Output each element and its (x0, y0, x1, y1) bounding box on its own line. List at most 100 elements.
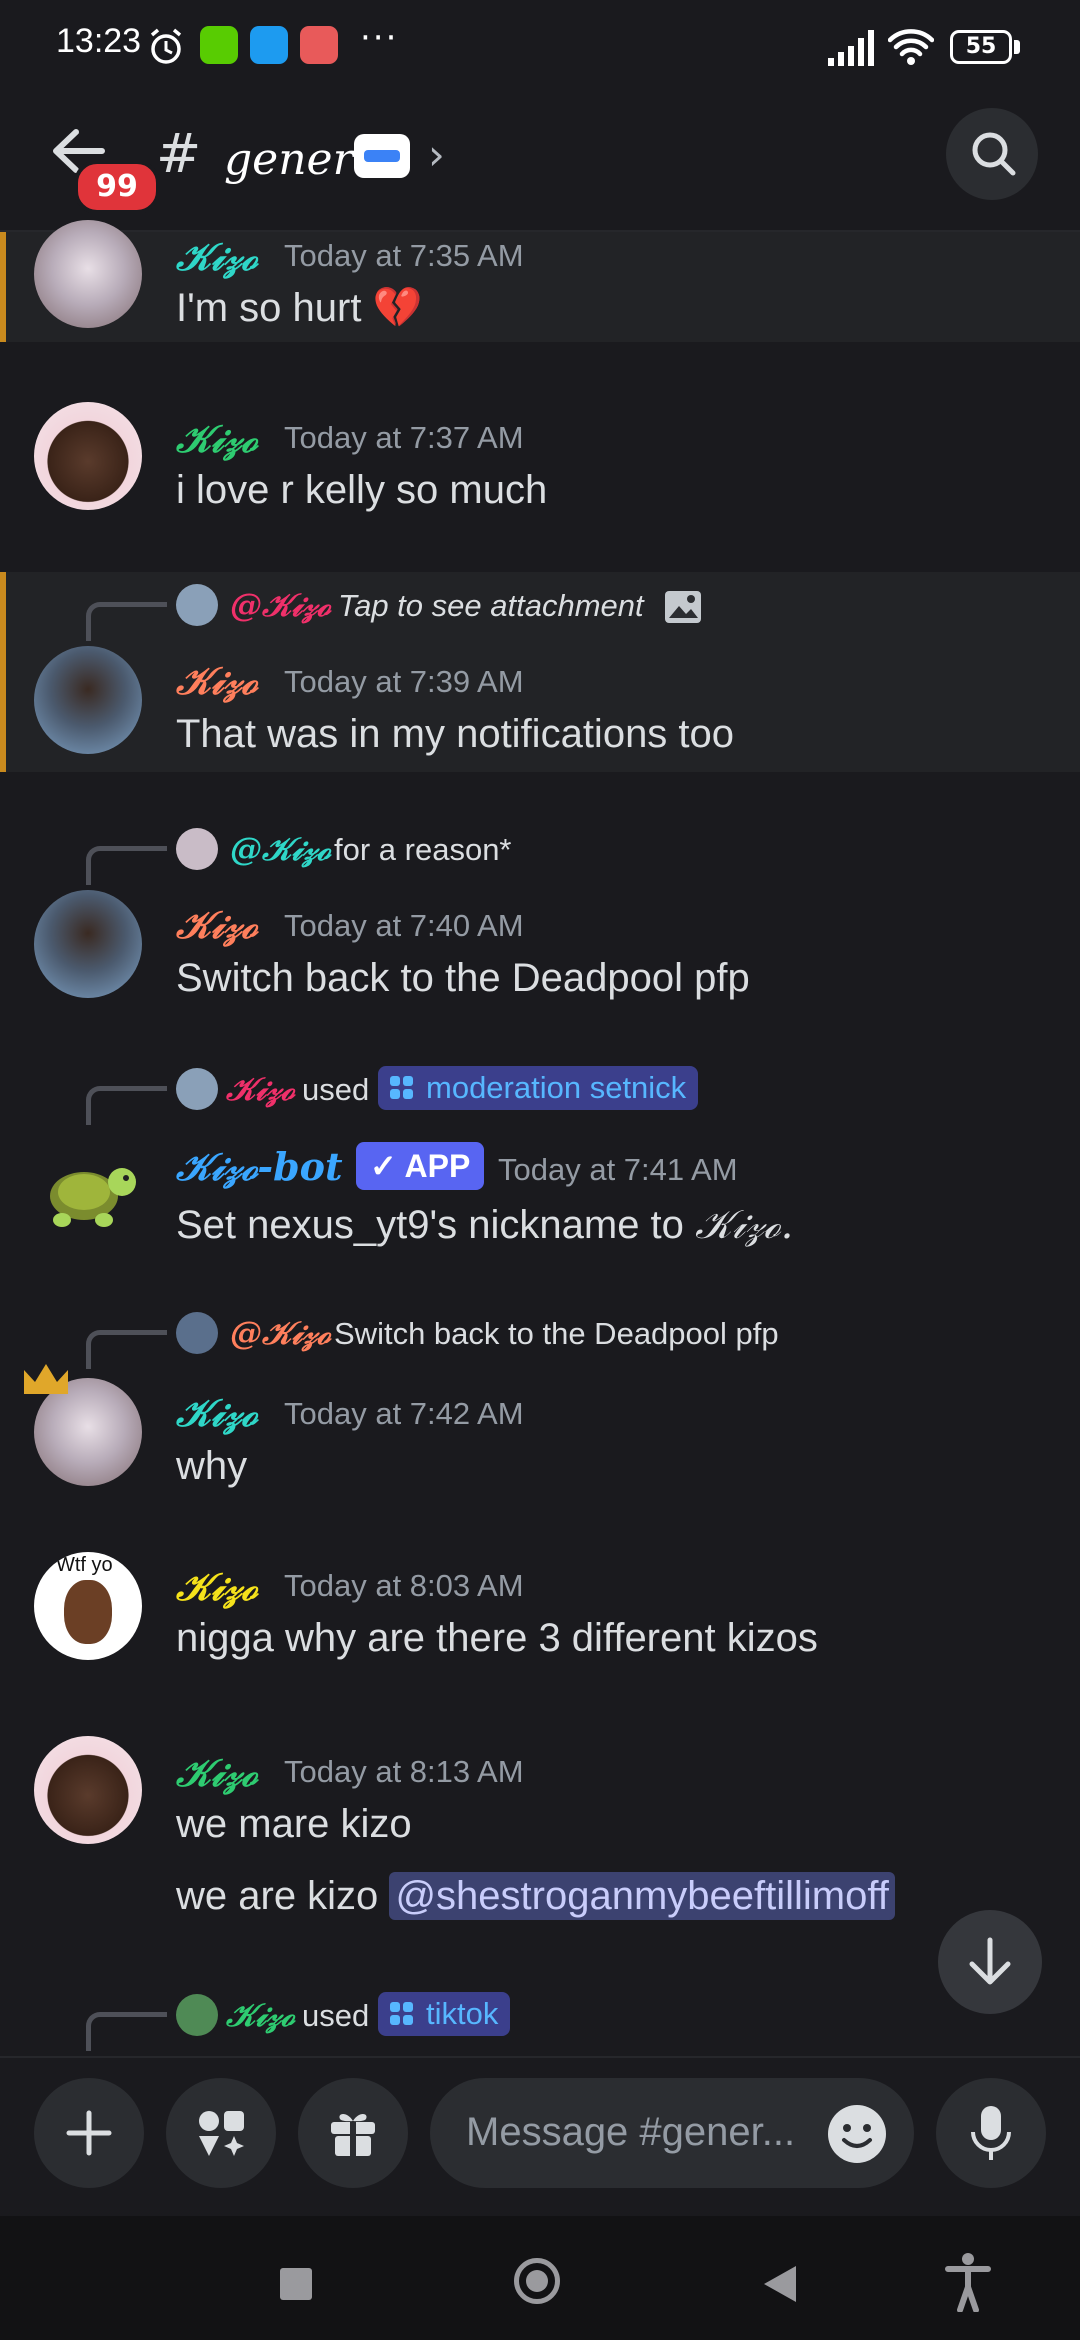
message-text-main: Set nexus_yt9's nickname to (176, 1203, 684, 1247)
wifi-icon (888, 29, 934, 65)
reply-avatar (176, 828, 218, 870)
reply-avatar (176, 1312, 218, 1354)
plus-icon (66, 2110, 112, 2156)
message-text: i love r kelly so much (176, 468, 548, 512)
message-composer: Message #gener... (0, 2056, 1080, 2218)
message-text-main: we are kizo (176, 1874, 379, 1918)
reply-reference[interactable]: @𝒦𝒾𝓏ℴ for a reason* (82, 826, 982, 885)
avatar-face (64, 1580, 112, 1644)
message-input[interactable]: Message #gener... (430, 2078, 914, 2188)
recents-icon[interactable] (280, 2268, 312, 2300)
gift-button[interactable] (298, 2078, 408, 2188)
avatar-caption: Wtf yo (56, 1554, 113, 1576)
message-item[interactable]: Wtf yo 𝒦𝒾𝓏ℴ Today at 8:03 AM nigga why a… (0, 1550, 1080, 1680)
reply-username: @𝒦𝒾𝓏ℴ (230, 1314, 331, 1352)
apps-icon (199, 2111, 244, 2156)
voice-message-button[interactable] (936, 2078, 1046, 2188)
message-item[interactable]: 𝒦𝒾𝓏ℴ used tiktok (0, 1986, 1080, 2054)
app-notification-icon (250, 26, 288, 64)
reply-text: for a reason* (334, 832, 512, 867)
message-text: we are kizo @shestroganmybeeftillimoff (176, 1872, 895, 1920)
timestamp: Today at 7:42 AM (284, 1396, 524, 1431)
reply-username: 𝒦𝒾𝓏ℴ (226, 1996, 295, 2034)
mention-highlight-bar (0, 232, 6, 342)
username[interactable]: 𝒦𝒾𝓏ℴ (176, 658, 257, 704)
emoji-icon[interactable] (826, 2103, 888, 2165)
image-attachment-icon (665, 591, 701, 623)
avatar[interactable] (34, 646, 142, 754)
battery-level: 55 (965, 34, 997, 59)
command-icon (390, 1076, 414, 1100)
reply-connector (86, 602, 167, 641)
home-icon[interactable] (514, 2258, 560, 2304)
reply-avatar (176, 1994, 218, 2036)
game-notification-icon (300, 26, 338, 64)
message-item[interactable]: @𝒦𝒾𝓏ℴ for a reason* 𝒦𝒾𝓏ℴ Today at 7:40 A… (0, 816, 1080, 1006)
reply-reference[interactable]: @𝒦𝒾𝓏ℴ Tap to see attachment (82, 582, 982, 641)
back-nav-icon[interactable] (762, 2264, 798, 2304)
message-text: I'm so hurt 💔 (176, 286, 423, 330)
username[interactable]: 𝒦𝒾𝓏ℴ (176, 1390, 257, 1436)
message-item[interactable]: @𝒦𝒾𝓏ℴ Switch back to the Deadpool pfp 𝒦𝒾… (0, 1304, 1080, 1494)
message-item[interactable]: 𝒦𝒾𝓏ℴ Today at 7:37 AM i love r kelly so … (0, 402, 1080, 532)
avatar[interactable] (34, 1378, 142, 1486)
system-nav-bar (0, 2216, 1080, 2340)
avatar[interactable] (34, 890, 142, 998)
avatar[interactable]: Wtf yo (34, 1552, 142, 1660)
channel-header: 99 # general › (0, 100, 1080, 230)
timestamp: Today at 8:03 AM (284, 1568, 524, 1603)
command-icon (390, 2002, 414, 2026)
battery-icon: 55 (950, 30, 1012, 64)
reply-text: Switch back to the Deadpool pfp (334, 1316, 779, 1351)
slash-command-chip[interactable]: tiktok (378, 1992, 511, 2036)
command-reference[interactable]: 𝒦𝒾𝓏ℴ used moderation setnick (82, 1066, 982, 1125)
avatar[interactable] (34, 402, 142, 510)
search-button[interactable] (946, 108, 1038, 200)
signal-icon (828, 30, 874, 66)
message-text: why (176, 1444, 248, 1488)
username[interactable]: 𝒦𝒾𝓏ℴ (176, 902, 257, 948)
add-attachment-button[interactable] (34, 2078, 144, 2188)
reply-connector (86, 2012, 167, 2051)
more-notifications-icon: ··· (360, 18, 399, 58)
reply-username: @𝒦𝒾𝓏ℴ (230, 586, 331, 624)
message-text: Set nexus_yt9's nickname to 𝒦𝒾𝓏ℴ. (176, 1202, 793, 1248)
timestamp: Today at 7:41 AM (498, 1152, 738, 1187)
username[interactable]: 𝒦𝒾𝓏ℴ (176, 1750, 257, 1796)
reply-connector (86, 1330, 167, 1369)
message-item[interactable]: @𝒦𝒾𝓏ℴ Tap to see attachment 𝒦𝒾𝓏ℴ Today a… (0, 572, 1080, 772)
message-text: nigga why are there 3 different kizos (176, 1616, 818, 1660)
message-text: That was in my notifications too (176, 712, 735, 756)
gift-icon (331, 2114, 375, 2156)
timestamp: Today at 7:35 AM (284, 238, 524, 273)
chevron-right-icon[interactable]: › (428, 130, 445, 179)
unread-badge: 99 (74, 160, 160, 214)
timestamp: Today at 8:13 AM (284, 1754, 524, 1789)
arrow-down-icon (969, 1937, 1011, 1985)
reply-avatar (176, 584, 218, 626)
username[interactable]: 𝒦𝒾𝓏ℴ (176, 416, 257, 462)
reply-username: 𝒦𝒾𝓏ℴ (226, 1070, 295, 1108)
avatar[interactable] (34, 1736, 142, 1844)
status-time: 13:23 (56, 22, 142, 60)
slash-command-chip[interactable]: moderation setnick (378, 1066, 699, 1110)
accessibility-icon[interactable] (944, 2252, 992, 2312)
channel-hash-icon: # (156, 122, 202, 185)
user-mention[interactable]: @shestroganmybeeftillimoff (389, 1872, 895, 1920)
search-icon (972, 132, 1016, 176)
reply-reference[interactable]: @𝒦𝒾𝓏ℴ Switch back to the Deadpool pfp (82, 1310, 982, 1369)
used-label: used (302, 1998, 370, 2033)
apps-button[interactable] (166, 2078, 276, 2188)
message-item[interactable]: 𝒦𝒾𝓏ℴ Today at 8:13 AM we mare kizo we ar… (0, 1736, 1080, 1936)
username[interactable]: 𝒦𝒾𝓏ℴ (176, 234, 257, 280)
message-item[interactable]: 𝒦𝒾𝓏ℴ Today at 7:35 AM I'm so hurt 💔 (0, 220, 1080, 342)
timestamp: Today at 7:39 AM (284, 664, 524, 699)
username[interactable]: 𝒦𝒾𝓏ℴ (176, 1564, 257, 1610)
message-item[interactable]: 𝒦𝒾𝓏ℴ used moderation setnick 𝒦𝒾𝓏ℴ-bot ✓ … (0, 1060, 1080, 1260)
app-badge: ✓ APP (356, 1142, 485, 1190)
avatar[interactable] (34, 220, 142, 328)
command-reference[interactable]: 𝒦𝒾𝓏ℴ used tiktok (82, 1992, 982, 2051)
command-name: moderation setnick (426, 1070, 687, 1105)
timestamp: Today at 7:40 AM (284, 908, 524, 943)
command-name: tiktok (426, 1996, 499, 2031)
